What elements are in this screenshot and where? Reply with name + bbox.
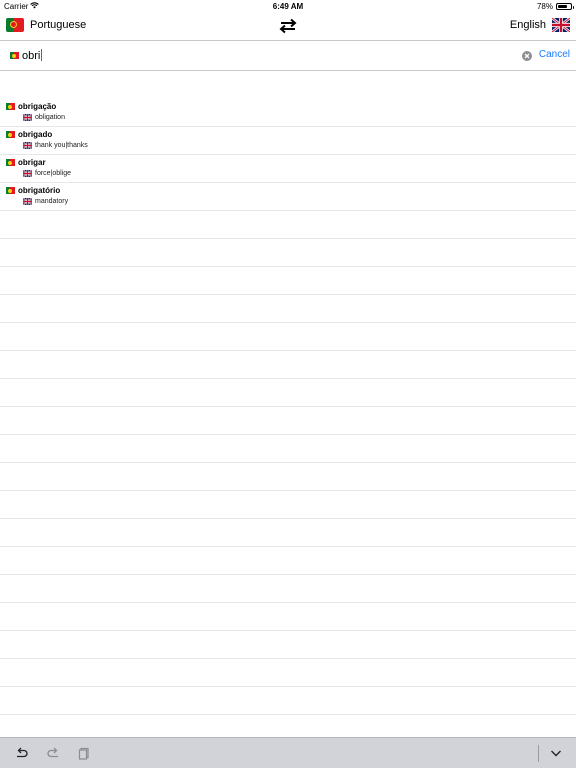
empty-row <box>0 603 576 631</box>
status-time: 6:49 AM <box>272 2 304 11</box>
portugal-flag-icon <box>10 52 19 59</box>
empty-row <box>0 211 576 239</box>
uk-flag-icon <box>23 142 32 149</box>
clear-icon <box>522 51 532 61</box>
term-text: obrigação <box>18 102 57 111</box>
result-row[interactable]: obrigado thank you|thanks <box>0 127 576 155</box>
clipboard-icon <box>77 747 91 764</box>
undo-icon <box>15 747 29 764</box>
redo-icon <box>46 747 60 764</box>
cancel-button[interactable]: Cancel <box>539 49 570 60</box>
empty-row <box>0 407 576 435</box>
empty-row <box>0 435 576 463</box>
language-bar: Portuguese English <box>0 12 576 41</box>
status-bar: Carrier 6:49 AM 78% <box>0 0 576 12</box>
empty-row <box>0 463 576 491</box>
result-row[interactable]: obrigação obligation <box>0 99 576 127</box>
uk-flag-icon <box>23 170 32 177</box>
target-language-label: English <box>509 19 546 31</box>
translation-text: force|oblige <box>35 170 72 177</box>
result-translation: thank you|thanks <box>23 142 88 149</box>
result-term: obrigatório <box>6 186 60 195</box>
translation-text: mandatory <box>35 198 69 205</box>
empty-row <box>0 519 576 547</box>
search-text: obri <box>22 50 41 62</box>
keyboard-toolbar <box>0 737 576 768</box>
battery-level <box>558 5 568 8</box>
empty-row <box>0 631 576 659</box>
empty-row <box>0 267 576 295</box>
search-input[interactable]: obri <box>22 49 43 63</box>
uk-flag-icon <box>23 198 32 205</box>
empty-row <box>0 295 576 323</box>
translation-text: thank you|thanks <box>35 142 88 149</box>
empty-row <box>0 491 576 519</box>
undo-button[interactable] <box>15 746 29 760</box>
portugal-flag-icon <box>6 18 24 32</box>
result-translation: obligation <box>23 114 65 121</box>
swap-arrows-icon <box>278 18 298 38</box>
result-row[interactable]: obrigar force|oblige <box>0 155 576 183</box>
portugal-flag-icon <box>6 187 15 194</box>
redo-button[interactable] <box>46 746 60 760</box>
portugal-flag-icon <box>6 103 15 110</box>
chevron-down-icon <box>549 747 563 764</box>
empty-row <box>0 687 576 715</box>
empty-row <box>0 575 576 603</box>
translation-text: obligation <box>35 114 65 121</box>
result-row[interactable]: obrigatório mandatory <box>0 183 576 211</box>
source-language-button[interactable]: Portuguese <box>6 18 86 32</box>
clear-search-button[interactable] <box>522 51 532 61</box>
empty-row <box>0 239 576 267</box>
battery-percent: 78% <box>536 2 553 11</box>
text-caret <box>41 49 43 61</box>
result-translation: force|oblige <box>23 170 71 177</box>
toolbar-divider <box>538 745 539 762</box>
result-translation: mandatory <box>23 198 68 205</box>
paste-button[interactable] <box>77 746 91 760</box>
result-term: obrigação <box>6 102 56 111</box>
results-list: obrigação obligation obrigado thank you|tha… <box>0 99 576 743</box>
empty-row <box>0 379 576 407</box>
swap-languages-button[interactable] <box>278 18 298 34</box>
term-text: obrigatório <box>18 186 61 195</box>
battery-status: 78% <box>536 2 574 11</box>
uk-flag-icon <box>23 114 32 121</box>
portugal-flag-icon <box>6 159 15 166</box>
empty-row <box>0 351 576 379</box>
dismiss-keyboard-button[interactable] <box>549 746 563 760</box>
empty-row <box>0 547 576 575</box>
result-term: obrigado <box>6 130 52 139</box>
battery-icon <box>556 3 574 10</box>
source-language-label: Portuguese <box>30 19 87 31</box>
empty-row <box>0 323 576 351</box>
uk-flag-icon <box>552 18 570 32</box>
portugal-flag-icon <box>6 131 15 138</box>
term-text: obrigar <box>18 158 46 167</box>
target-language-button[interactable]: English <box>510 18 570 32</box>
search-bar: obri Cancel <box>0 41 576 71</box>
empty-row <box>0 659 576 687</box>
term-text: obrigado <box>18 130 53 139</box>
result-term: obrigar <box>6 158 46 167</box>
